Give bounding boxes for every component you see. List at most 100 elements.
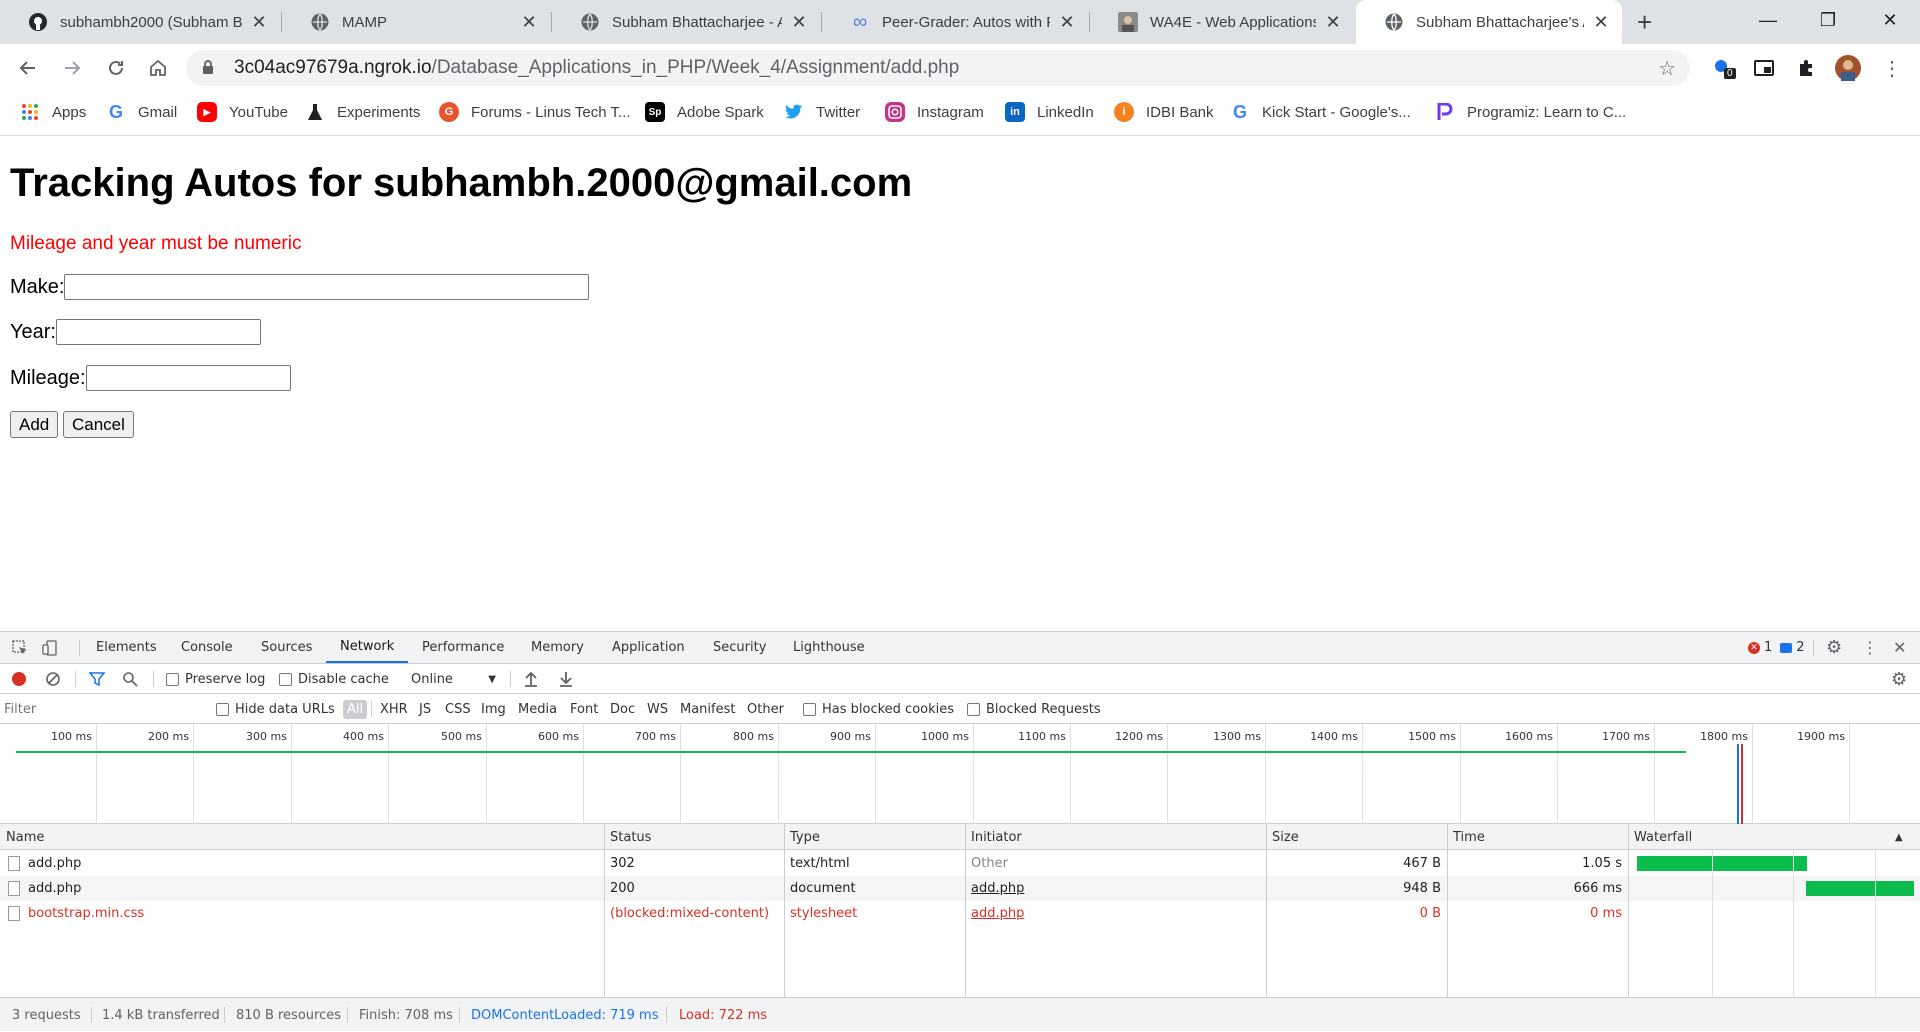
devtools-tab-performance[interactable]: Performance <box>422 632 504 663</box>
disable-cache-checkbox[interactable]: Disable cache <box>279 664 389 694</box>
browser-tab-active[interactable]: Subham Bhattacharjee's Aut ✕ <box>1356 0 1622 44</box>
network-settings-gear-icon[interactable]: ⚙ <box>1891 664 1907 694</box>
filter-type-other[interactable]: Other <box>743 700 788 719</box>
google-icon: G <box>1232 101 1247 122</box>
bookmark-forums[interactable]: G Forums - Linus Tech T... <box>439 92 631 132</box>
devtools-tab-lighthouse[interactable]: Lighthouse <box>793 632 865 663</box>
record-button[interactable] <box>12 664 26 694</box>
export-har-button[interactable] <box>559 664 573 694</box>
error-count-badge[interactable]: ✕ 1 2 <box>1748 632 1805 663</box>
filter-type-xhr[interactable]: XHR <box>376 700 412 719</box>
search-button[interactable] <box>122 664 138 694</box>
bookmark-twitter[interactable]: Twitter <box>784 92 860 132</box>
devtools-tab-elements[interactable]: Elements <box>96 632 157 663</box>
devtools-tab-application[interactable]: Application <box>612 632 685 663</box>
close-tab-icon[interactable]: ✕ <box>1592 12 1610 33</box>
extension-button[interactable]: 0 <box>1708 54 1736 82</box>
filter-type-font[interactable]: Font <box>566 700 602 719</box>
picture-in-picture-icon[interactable] <box>1750 54 1778 82</box>
import-har-button[interactable] <box>524 664 538 694</box>
column-header-waterfall[interactable]: Waterfall <box>1634 824 1692 850</box>
address-bar[interactable]: 3c04ac97679a.ngrok.io/Database_Applicati… <box>186 50 1690 86</box>
bookmark-programiz[interactable]: Programiz: Learn to C... <box>1435 92 1626 132</box>
filter-type-manifest[interactable]: Manifest <box>676 700 739 719</box>
bookmark-linkedin[interactable]: in LinkedIn <box>1005 92 1094 132</box>
browser-tab[interactable]: WA4E - Web Applications fo ✕ <box>1090 0 1354 44</box>
bookmark-experiments[interactable]: Experiments <box>305 92 420 132</box>
new-tab-button[interactable]: + <box>1637 9 1652 35</box>
star-icon[interactable]: ☆ <box>1658 56 1676 81</box>
column-header-type[interactable]: Type <box>790 824 820 850</box>
devtools-tab-network[interactable]: Network <box>326 632 409 663</box>
filter-type-ws[interactable]: WS <box>643 700 672 719</box>
make-input[interactable] <box>64 274 590 300</box>
bookmark-instagram[interactable]: Instagram <box>885 92 984 132</box>
cancel-button[interactable]: Cancel <box>63 411 134 438</box>
add-button[interactable]: Add <box>10 411 59 438</box>
reload-button[interactable] <box>100 52 132 84</box>
close-devtools-icon[interactable]: ✕ <box>1893 632 1906 663</box>
has-blocked-cookies-checkbox[interactable]: Has blocked cookies <box>803 694 954 724</box>
browser-tab[interactable]: MAMP ✕ <box>282 0 550 44</box>
puzzle-icon[interactable] <box>1792 54 1820 82</box>
year-input[interactable] <box>55 319 261 345</box>
column-header-size[interactable]: Size <box>1272 824 1299 850</box>
table-row[interactable]: bootstrap.min.css (blocked:mixed-content… <box>0 901 1920 926</box>
close-tab-icon[interactable]: ✕ <box>1058 12 1076 33</box>
devtools-tab-console[interactable]: Console <box>181 632 233 663</box>
gear-icon[interactable]: ⚙ <box>1826 632 1842 663</box>
table-row[interactable]: add.php 302 text/html Other 467 B 1.05 s <box>0 851 1920 876</box>
mileage-input[interactable] <box>85 365 291 391</box>
filter-type-js[interactable]: JS <box>415 700 435 719</box>
filter-type-all[interactable]: All <box>343 700 368 719</box>
inspect-element-icon[interactable] <box>12 632 28 663</box>
table-row[interactable]: add.php 200 document add.php 948 B 666 m… <box>0 876 1920 901</box>
column-header-initiator[interactable]: Initiator <box>971 824 1022 850</box>
column-header-name[interactable]: Name <box>6 824 44 850</box>
bookmark-gmail[interactable]: G Gmail <box>106 92 177 132</box>
lock-icon[interactable] <box>202 59 220 78</box>
restore-button[interactable]: ❐ <box>1800 0 1856 40</box>
hide-data-urls-checkbox[interactable]: Hide data URLs <box>216 694 335 724</box>
close-tab-icon[interactable]: ✕ <box>790 12 808 33</box>
close-window-button[interactable]: ✕ <box>1862 0 1918 40</box>
close-tab-icon[interactable]: ✕ <box>1324 12 1342 33</box>
timeline-tick-label: 1500 ms <box>1408 730 1456 743</box>
network-overview-timeline[interactable]: 100 ms 200 ms 300 ms 400 ms 500 ms 600 ms 700 … <box>0 724 1920 824</box>
filter-input[interactable] <box>4 699 200 719</box>
device-toolbar-icon[interactable] <box>42 632 58 663</box>
bookmark-youtube[interactable]: ▶ YouTube <box>197 92 288 132</box>
filter-toggle-button[interactable] <box>89 664 105 694</box>
column-header-status[interactable]: Status <box>610 824 651 850</box>
home-button[interactable] <box>142 52 174 84</box>
browser-tab[interactable]: subhambh2000 (Subham Bh ✕ <box>0 0 280 44</box>
bookmark-idbi[interactable]: i IDBI Bank <box>1114 92 1214 132</box>
filter-type-media[interactable]: Media <box>514 700 561 719</box>
blocked-requests-checkbox[interactable]: Blocked Requests <box>967 694 1101 724</box>
kebab-menu-icon[interactable]: ⋮ <box>1862 632 1878 663</box>
bookmark-kickstart[interactable]: G Kick Start - Google's... <box>1230 92 1411 132</box>
forward-button[interactable] <box>56 52 88 84</box>
throttling-select[interactable]: Online ▼ <box>411 664 496 694</box>
chrome-menu-icon[interactable]: ⋮ <box>1878 54 1906 82</box>
devtools-tab-security[interactable]: Security <box>713 632 766 663</box>
devtools-tab-memory[interactable]: Memory <box>531 632 584 663</box>
bookmark-adobe-spark[interactable]: Sp Adobe Spark <box>645 92 764 132</box>
bookmark-apps[interactable]: Apps <box>20 92 86 132</box>
minimize-button[interactable]: — <box>1740 0 1796 40</box>
clear-button[interactable] <box>45 664 61 694</box>
close-tab-icon[interactable]: ✕ <box>250 12 268 33</box>
sort-ascending-icon[interactable]: ▲ <box>1895 824 1903 850</box>
transferred-size: 1.4 kB transferred <box>102 1007 220 1023</box>
devtools-tab-sources[interactable]: Sources <box>261 632 312 663</box>
browser-tab[interactable]: ∞ Peer-Grader: Autos with Pos ✕ <box>822 0 1088 44</box>
profile-avatar[interactable] <box>1834 54 1862 82</box>
column-header-time[interactable]: Time <box>1453 824 1485 850</box>
filter-type-css[interactable]: CSS <box>441 700 475 719</box>
close-tab-icon[interactable]: ✕ <box>520 12 538 33</box>
preserve-log-checkbox[interactable]: Preserve log <box>166 664 265 694</box>
browser-tab[interactable]: Subham Bhattacharjee - Aut ✕ <box>552 0 820 44</box>
back-button[interactable] <box>12 52 44 84</box>
filter-type-doc[interactable]: Doc <box>606 700 639 719</box>
filter-type-img[interactable]: Img <box>477 700 510 719</box>
